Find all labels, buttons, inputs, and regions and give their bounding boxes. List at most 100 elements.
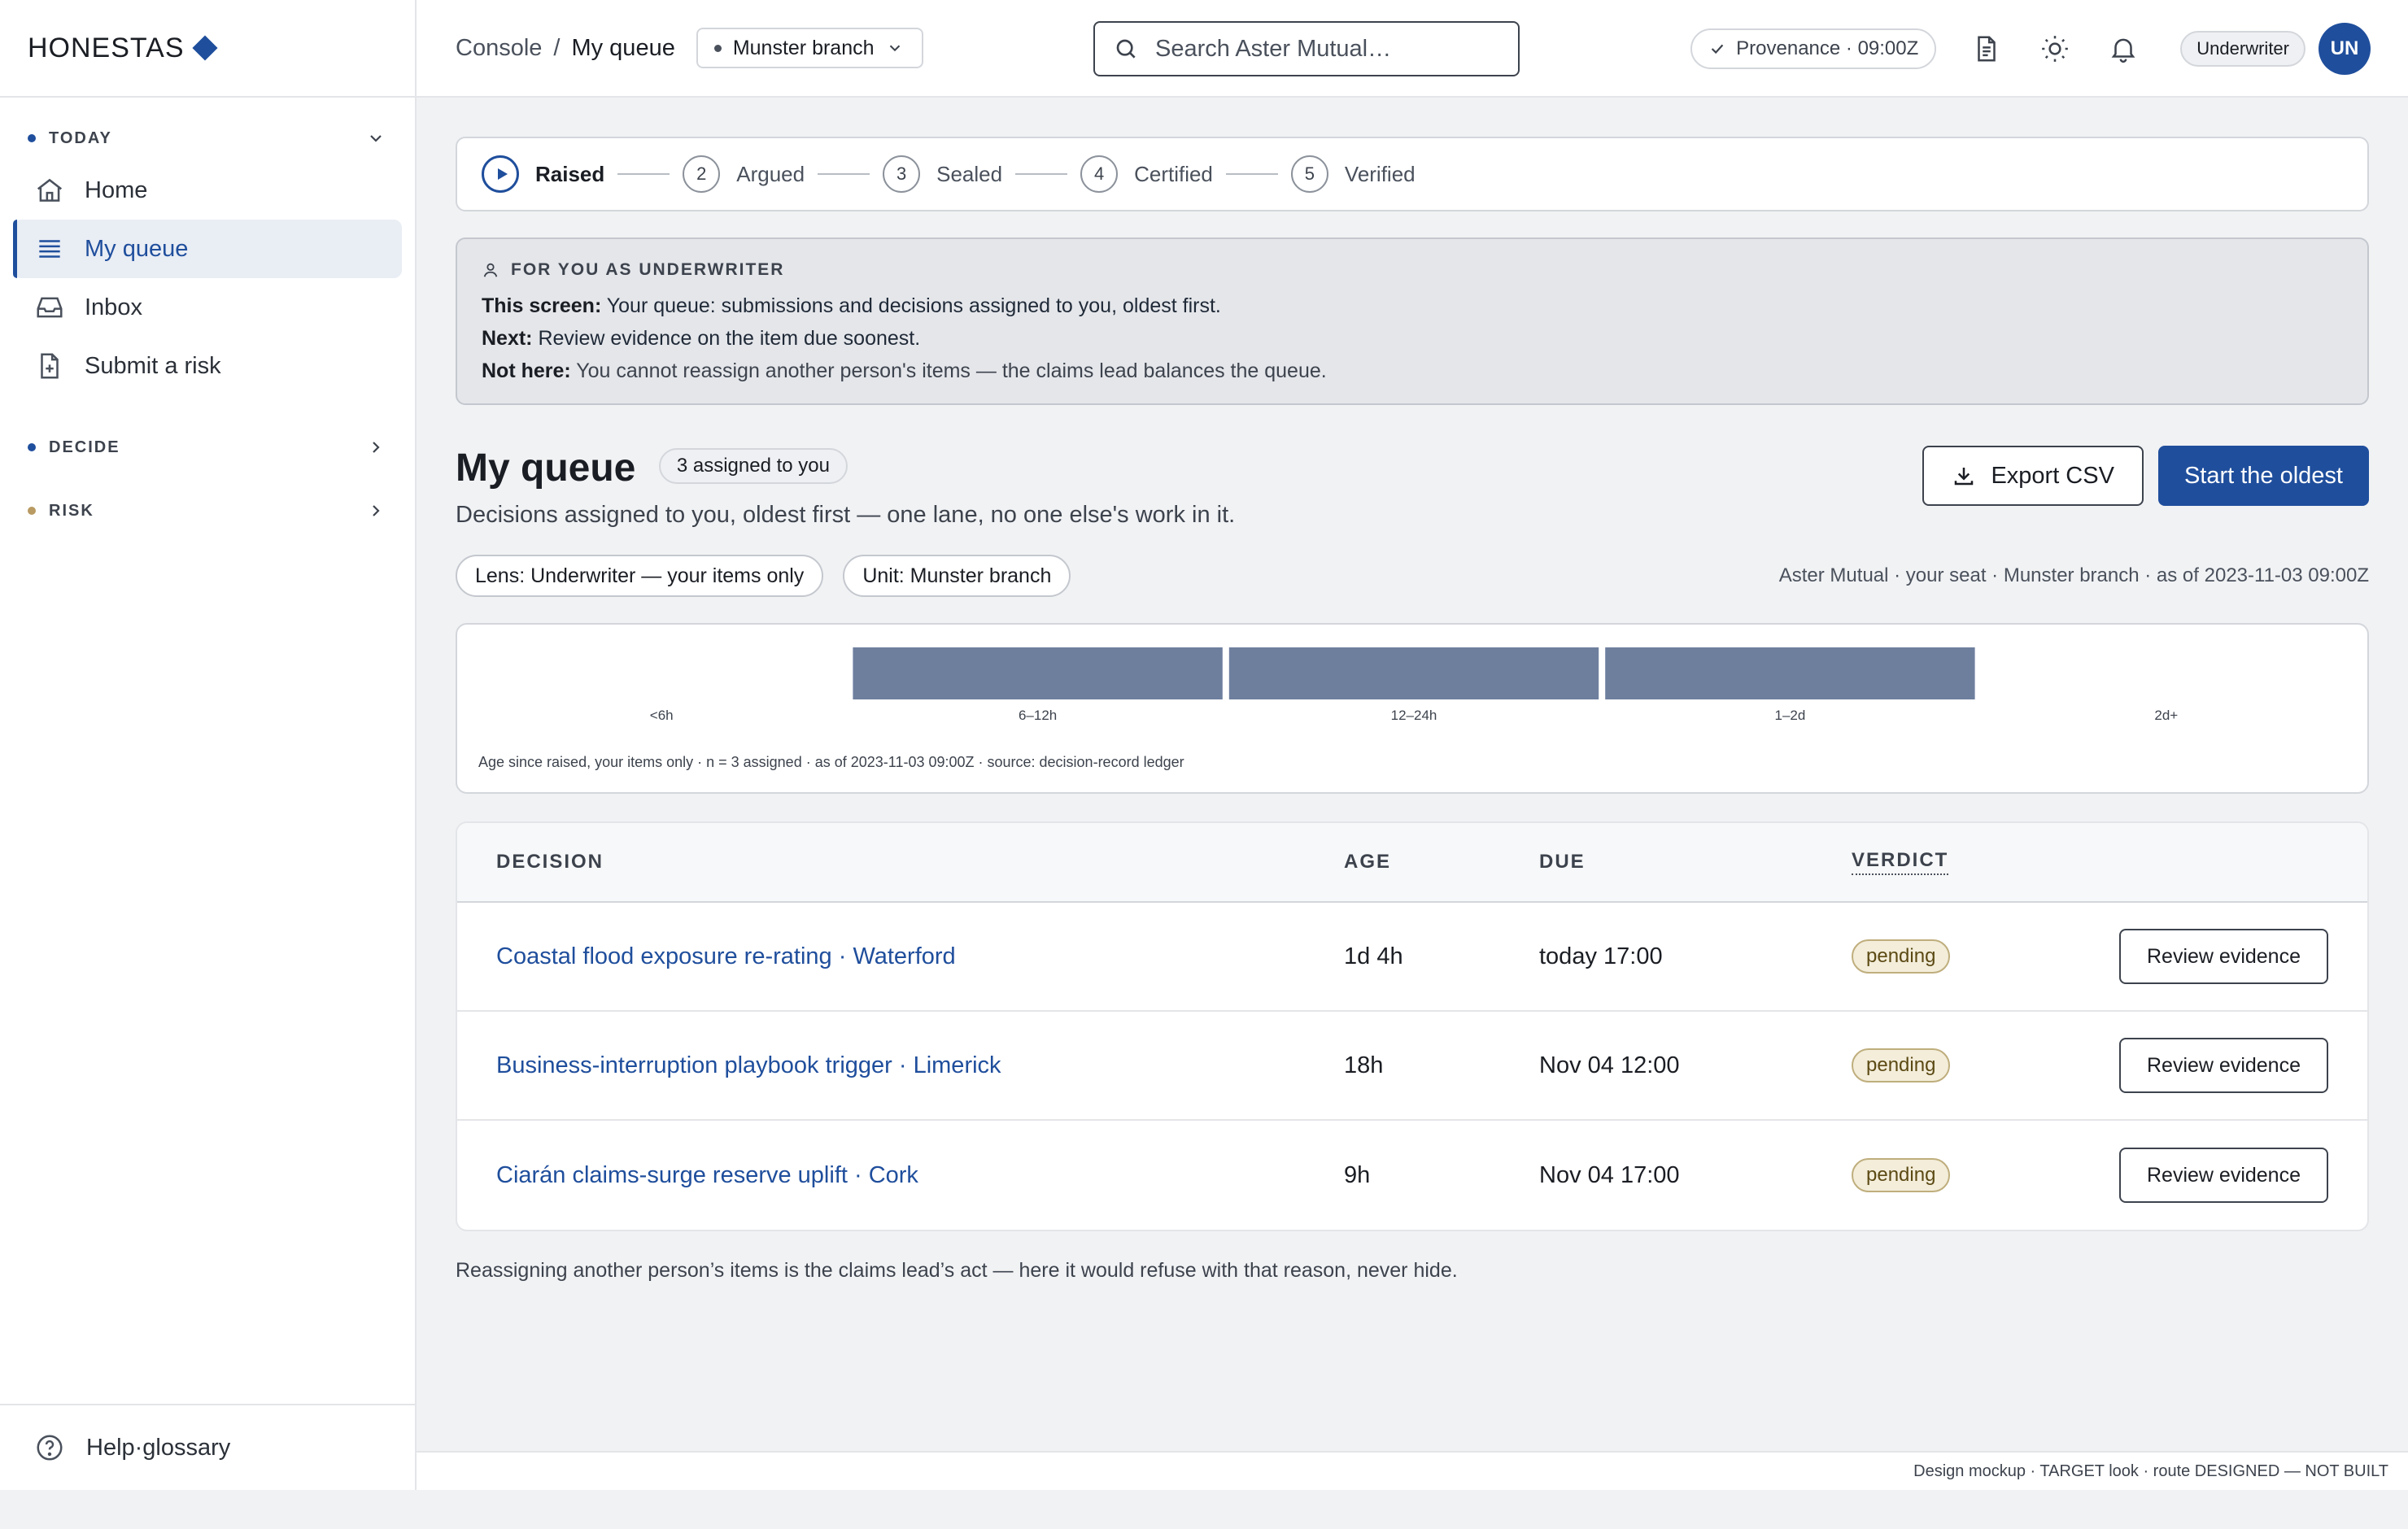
user-icon bbox=[483, 263, 498, 277]
chevron-down-icon bbox=[370, 135, 382, 142]
review-evidence-button[interactable]: Review evidence bbox=[2119, 929, 2328, 984]
section-decide[interactable]: DECIDE bbox=[0, 425, 415, 470]
histogram-bar bbox=[1228, 647, 1599, 699]
due-cell: Nov 04 12:00 bbox=[1539, 1052, 1680, 1078]
chevron-down-icon bbox=[889, 45, 900, 52]
sidebar-item-label: My queue bbox=[85, 235, 189, 262]
decision-link[interactable]: Ciarán claims-surge reserve uplift · Cor… bbox=[496, 1162, 918, 1189]
verdict-badge: pending bbox=[1852, 1048, 1951, 1082]
download-icon bbox=[1955, 468, 1974, 486]
review-evidence-button[interactable]: Review evidence bbox=[2119, 1038, 2328, 1093]
col-due[interactable]: DUE bbox=[1539, 851, 1586, 873]
histogram-tick-label: 1–2d bbox=[1774, 708, 1805, 723]
step-sealed[interactable]: 3 Sealed bbox=[883, 155, 1002, 193]
step-argued[interactable]: 2 Argued bbox=[683, 155, 805, 193]
step-number: 3 bbox=[883, 155, 921, 193]
sidebar-item-inbox[interactable]: Inbox bbox=[13, 278, 402, 337]
step-connector bbox=[1015, 173, 1068, 175]
due-cell: today 17:00 bbox=[1539, 943, 1663, 969]
section-label: TODAY bbox=[49, 129, 112, 147]
page-title: My queue bbox=[456, 447, 636, 490]
info-key: Next: bbox=[482, 327, 533, 350]
sidebar-item-my-queue[interactable]: My queue bbox=[13, 220, 402, 278]
provenance-label: Provenance · 09:00Z bbox=[1736, 37, 1919, 59]
section-today[interactable]: TODAY bbox=[0, 115, 415, 161]
breadcrumb-console[interactable]: Console bbox=[456, 35, 542, 62]
step-certified[interactable]: 4 Certified bbox=[1080, 155, 1213, 193]
histogram-tick-label: 6–12h bbox=[1019, 708, 1057, 723]
step-number: 5 bbox=[1290, 155, 1328, 193]
info-line-this-screen: This screen: Your queue: submissions and… bbox=[482, 290, 2343, 322]
start-oldest-button[interactable]: Start the oldest bbox=[2157, 446, 2369, 506]
search-input[interactable] bbox=[1155, 35, 1513, 63]
branch-dot-icon bbox=[713, 44, 722, 52]
role-info-panel: FOR YOU AS UNDERWRITER This screen: Your… bbox=[456, 237, 2369, 405]
sidebar: HONESTAS TODAY Home My queue Inbox Submi… bbox=[0, 0, 417, 1490]
provenance-badge[interactable]: Provenance · 09:00Z bbox=[1690, 28, 1937, 69]
step-label: Verified bbox=[1344, 161, 1416, 186]
decision-link[interactable]: Business-interruption playbook trigger ·… bbox=[496, 1052, 1001, 1079]
section-label: RISK bbox=[49, 501, 94, 520]
step-label: Certified bbox=[1134, 161, 1213, 186]
review-evidence-button[interactable]: Review evidence bbox=[2119, 1148, 2328, 1203]
step-number: 4 bbox=[1080, 155, 1119, 193]
info-text: You cannot reassign another person's ite… bbox=[570, 359, 1327, 382]
main: Console / My queue Munster branch Proven… bbox=[417, 0, 2408, 1490]
step-verified[interactable]: 5 Verified bbox=[1290, 155, 1416, 193]
step-raised[interactable]: Raised bbox=[482, 155, 604, 193]
step-connector bbox=[818, 173, 870, 175]
table-row: Business-interruption playbook trigger ·… bbox=[457, 1012, 2367, 1121]
stepper: Raised 2 Argued 3 Sealed 4 Certified 5 V… bbox=[456, 137, 2369, 211]
section-dot-icon bbox=[28, 134, 36, 142]
notifications-button[interactable] bbox=[2105, 31, 2141, 67]
lens-chip[interactable]: Lens: Underwriter — your items only bbox=[456, 555, 824, 597]
role-pill[interactable]: Underwriter bbox=[2180, 31, 2305, 67]
count-badge: 3 assigned to you bbox=[658, 447, 848, 484]
info-heading-text: FOR YOU AS UNDERWRITER bbox=[511, 260, 785, 279]
verdict-badge: pending bbox=[1852, 1158, 1951, 1192]
export-csv-label: Export CSV bbox=[1991, 462, 2114, 489]
branch-select[interactable]: Munster branch bbox=[696, 28, 923, 68]
sidebar-item-home[interactable]: Home bbox=[13, 161, 402, 220]
context-meta: Aster Mutual · your seat · Munster branc… bbox=[1778, 564, 2369, 586]
col-decision[interactable]: DECISION bbox=[496, 851, 604, 873]
histogram-tick-label: 2d+ bbox=[2154, 708, 2178, 723]
check-icon bbox=[1711, 44, 1724, 54]
info-heading: FOR YOU AS UNDERWRITER bbox=[482, 260, 2343, 280]
info-key: This screen: bbox=[482, 294, 602, 317]
document-button[interactable] bbox=[1969, 31, 2004, 67]
age-cell: 18h bbox=[1344, 1052, 1384, 1078]
step-connector bbox=[1225, 173, 1278, 175]
help-glossary-link[interactable]: Help·glossary bbox=[0, 1404, 415, 1490]
queue-table: DECISION AGE DUE VERDICT Coastal flood e… bbox=[456, 821, 2369, 1231]
export-csv-button[interactable]: Export CSV bbox=[1922, 446, 2144, 506]
info-line-not-here: Not here: You cannot reassign another pe… bbox=[482, 355, 2343, 387]
branch-select-value: Munster branch bbox=[732, 36, 875, 59]
decision-link[interactable]: Coastal flood exposure re-rating · Water… bbox=[496, 943, 956, 970]
col-age[interactable]: AGE bbox=[1344, 851, 1391, 873]
brand[interactable]: HONESTAS bbox=[0, 0, 415, 98]
document-icon bbox=[1978, 36, 1996, 62]
info-line-next: Next: Review evidence on the item due so… bbox=[482, 322, 2343, 355]
inbox-icon bbox=[37, 297, 63, 318]
histogram-tick-label: <6h bbox=[650, 708, 674, 723]
search-box[interactable] bbox=[1093, 21, 1520, 76]
help-circle-icon bbox=[37, 1435, 63, 1461]
avatar[interactable]: UN bbox=[2319, 23, 2371, 75]
col-verdict[interactable]: VERDICT bbox=[1852, 849, 1949, 875]
section-label: DECIDE bbox=[49, 438, 120, 456]
info-text: Review evidence on the item due soonest. bbox=[532, 327, 921, 350]
step-label: Argued bbox=[736, 161, 805, 186]
topbar-right: Provenance · 09:00Z Underwriter UN bbox=[1690, 0, 2371, 98]
table-row: Coastal flood exposure re-rating · Water… bbox=[457, 903, 2367, 1012]
age-cell: 9h bbox=[1344, 1161, 1371, 1188]
theme-toggle-button[interactable] bbox=[2037, 31, 2073, 67]
title-row: My queue 3 assigned to you Decisions ass… bbox=[456, 446, 2369, 551]
verdict-badge: pending bbox=[1852, 939, 1951, 974]
section-risk[interactable]: RISK bbox=[0, 488, 415, 534]
unit-chip[interactable]: Unit: Munster branch bbox=[843, 555, 1071, 597]
content: Raised 2 Argued 3 Sealed 4 Certified 5 V… bbox=[456, 137, 2369, 1283]
sidebar-item-submit-risk[interactable]: Submit a risk bbox=[13, 337, 402, 395]
page-actions: Export CSV Start the oldest bbox=[1922, 446, 2369, 506]
filter-chips: Lens: Underwriter — your items only Unit… bbox=[456, 555, 2369, 597]
